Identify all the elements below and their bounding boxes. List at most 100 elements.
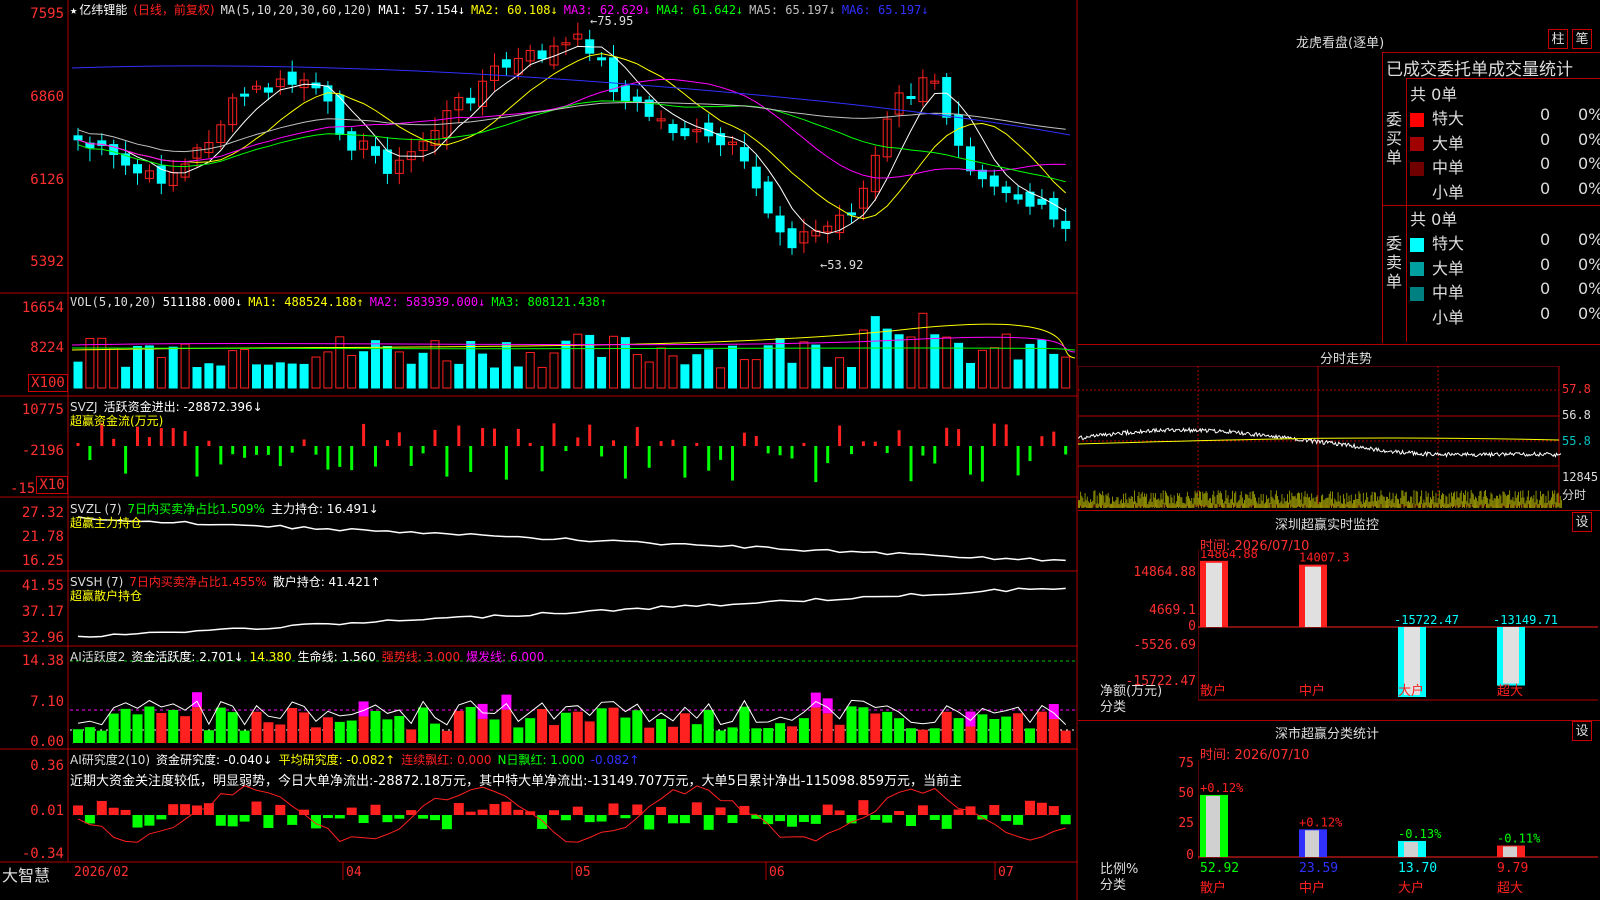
stock-name[interactable]: 亿纬锂能 bbox=[79, 3, 127, 17]
fund-flow-bar bbox=[600, 446, 604, 457]
intraday-volume-bar bbox=[1090, 499, 1091, 508]
activity-bar bbox=[810, 707, 821, 743]
activity-peak-bar bbox=[501, 694, 512, 710]
ai-research-chart bbox=[73, 785, 1071, 843]
intraday-volume-bar bbox=[1402, 490, 1404, 505]
intraday-volume-bar bbox=[1174, 503, 1176, 508]
activity-bar bbox=[1048, 719, 1059, 743]
intraday-chart[interactable] bbox=[1078, 366, 1600, 508]
intraday-volume-bar bbox=[1136, 503, 1138, 508]
classify-category-label: 散户 bbox=[1200, 880, 1226, 896]
intraday-volume-bar bbox=[1103, 495, 1105, 508]
intraday-volume-bar bbox=[1180, 497, 1182, 508]
intraday-volume-bar bbox=[1453, 492, 1454, 507]
ma-label: MA(5,10,20,30,60,120) bbox=[220, 3, 373, 17]
main-holding-line bbox=[77, 516, 1066, 562]
svzj-sub: 超赢资金流(万元) bbox=[70, 414, 164, 428]
activity-bar bbox=[739, 706, 750, 743]
intraday-volume-bar bbox=[1456, 491, 1458, 506]
monitor-bar-highlight bbox=[1503, 627, 1519, 684]
research-bar bbox=[1060, 815, 1071, 825]
ai-research-label: AI研究度2(10) bbox=[70, 753, 151, 767]
volume-bar bbox=[156, 357, 166, 389]
column-view-button[interactable]: 柱 bbox=[1548, 29, 1568, 49]
ma1-value: MA1: 57.154↓ bbox=[378, 3, 466, 17]
research-bar bbox=[608, 803, 619, 815]
fund-flow-bar bbox=[873, 441, 877, 446]
candle bbox=[739, 147, 749, 162]
intraday-volume-bar bbox=[1204, 493, 1206, 508]
volume-bar bbox=[811, 344, 821, 389]
candle bbox=[977, 169, 987, 180]
monitor-settings-button[interactable]: 设 bbox=[1572, 512, 1592, 532]
research-bar bbox=[120, 809, 131, 815]
intraday-volume-bar bbox=[1139, 498, 1141, 508]
ai-research-value: 资金研究度: -0.040↓ bbox=[156, 753, 273, 767]
intraday-volume-bar bbox=[1146, 493, 1148, 508]
activity-bar bbox=[977, 714, 988, 743]
fund-flow-bar bbox=[278, 446, 282, 467]
fund-flow-bar bbox=[885, 446, 889, 454]
tick-view-button[interactable]: 笔 bbox=[1572, 29, 1592, 49]
order-qty: 0 bbox=[1540, 129, 1551, 149]
intraday-volume-bar bbox=[1450, 492, 1452, 507]
intraday-volume-bar bbox=[1111, 503, 1112, 508]
volume-bar bbox=[454, 363, 464, 389]
candle bbox=[989, 175, 999, 187]
classify-ytick: 0 bbox=[1186, 848, 1194, 863]
activity-bar bbox=[549, 725, 559, 743]
star-icon[interactable]: ★ bbox=[70, 3, 77, 17]
intraday-volume-bar bbox=[1272, 498, 1274, 508]
intraday-volume-bar bbox=[1295, 498, 1297, 508]
fund-flow-bar bbox=[850, 446, 853, 455]
fund-flow-bar bbox=[683, 446, 687, 478]
order-pct: 0% bbox=[1578, 154, 1600, 173]
intraday-volume-bar bbox=[1437, 497, 1439, 508]
volume-bar bbox=[930, 334, 940, 389]
intraday-volume-bar bbox=[1394, 495, 1396, 508]
ma6-value: MA6: 65.197↓ bbox=[841, 3, 929, 17]
volume-bar bbox=[870, 316, 880, 389]
kline-mode[interactable]: (日线，前复权) bbox=[133, 3, 214, 17]
intraday-volume-bar bbox=[1507, 494, 1508, 508]
intraday-volume-bar bbox=[1486, 496, 1487, 508]
activity-bar bbox=[906, 728, 916, 743]
order-pct: 0% bbox=[1578, 129, 1600, 149]
classify-settings-button[interactable]: 设 bbox=[1572, 721, 1592, 741]
intraday-volume-bar bbox=[1294, 495, 1296, 508]
activity-bar bbox=[525, 718, 536, 743]
activity-bar bbox=[132, 714, 143, 743]
activity-bar bbox=[108, 713, 119, 743]
intraday-volume-bar bbox=[1162, 490, 1164, 505]
intraday-volume-bar bbox=[1458, 497, 1460, 508]
activity-bar bbox=[596, 708, 607, 743]
activity-bar bbox=[763, 728, 774, 743]
intraday-volume-bar bbox=[1398, 499, 1399, 508]
classify-value-label: 52.92 bbox=[1200, 861, 1239, 876]
ai-active-label: AI活跃度2 bbox=[70, 650, 126, 664]
research-bar bbox=[679, 815, 690, 824]
volume-bar bbox=[347, 354, 357, 389]
sell-total: 共 0单 bbox=[1410, 210, 1458, 229]
candle bbox=[906, 96, 916, 100]
intraday-volume-bar bbox=[1244, 500, 1245, 508]
activity-peak-bar bbox=[192, 692, 202, 708]
ai-research-avg: 平均研究度: -0.082↑ bbox=[278, 753, 396, 767]
intraday-volume-bar bbox=[1339, 495, 1341, 508]
intraday-volume-bar bbox=[1268, 497, 1270, 508]
candle bbox=[775, 215, 785, 233]
intraday-volume-bar bbox=[1491, 494, 1493, 508]
candle bbox=[763, 181, 773, 214]
candle bbox=[1049, 198, 1059, 220]
intraday-ytick: 55.8 bbox=[1562, 434, 1591, 448]
research-bar bbox=[370, 804, 381, 815]
activity-bar bbox=[156, 712, 167, 743]
intraday-volume-bar bbox=[1145, 496, 1146, 508]
intraday-volume-bar bbox=[1405, 491, 1407, 506]
longhu-title: 龙虎看盘(逐单) bbox=[1296, 36, 1385, 51]
intraday-volume-bar bbox=[1388, 498, 1390, 508]
monitor-ytick: 4669.1 bbox=[1149, 603, 1196, 618]
intraday-volume-bar bbox=[1390, 500, 1392, 508]
classify-bar-highlight bbox=[1404, 841, 1418, 857]
volume-bar bbox=[644, 361, 654, 389]
